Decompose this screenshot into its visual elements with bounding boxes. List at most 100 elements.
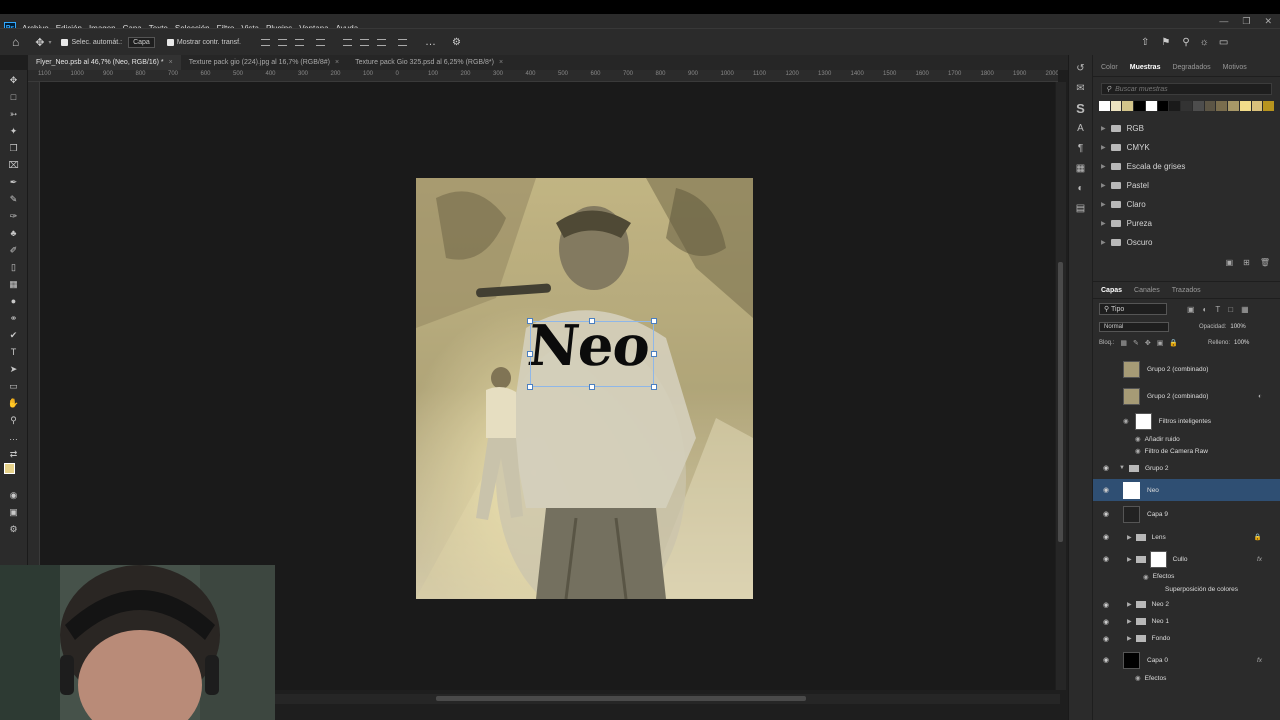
color-swatch[interactable]	[1110, 101, 1122, 111]
3d-mode-icon[interactable]: ⚙	[452, 37, 461, 48]
close-icon[interactable]: ×	[335, 59, 339, 66]
fx-icon[interactable]: fx	[1257, 657, 1262, 664]
color-swatch[interactable]	[1134, 101, 1145, 111]
auto-select-target[interactable]: Capa	[128, 36, 155, 48]
chevron-right-icon[interactable]: ▶	[1101, 239, 1106, 246]
color-swatch[interactable]	[1192, 101, 1204, 111]
color-swatch[interactable]	[1169, 101, 1181, 111]
transform-handle[interactable]	[651, 318, 657, 324]
color-swatch[interactable]	[1204, 101, 1216, 111]
tab-color[interactable]: Color	[1101, 64, 1118, 71]
paragraph-icon[interactable]: ¶	[1074, 141, 1088, 155]
blend-mode-select[interactable]: Normal	[1099, 322, 1169, 332]
color-swatch[interactable]	[1216, 101, 1228, 111]
hand-tool-icon[interactable]: ✋	[7, 396, 21, 410]
visibility-icon[interactable]: ◉	[1135, 674, 1141, 682]
folder-dark[interactable]: ▶ Oscuro	[1093, 233, 1280, 252]
healing-brush-tool-icon[interactable]: ✎	[7, 192, 21, 206]
auto-select-checkbox[interactable]: Selec. automát.:	[61, 38, 122, 46]
transform-handle[interactable]	[527, 351, 533, 357]
brush-tool-icon[interactable]: ✑	[7, 209, 21, 223]
tab-channels[interactable]: Canales	[1134, 287, 1160, 294]
layer-cullo[interactable]: ◉ ▶ Cullo fx	[1093, 547, 1280, 571]
close-icon[interactable]: ×	[499, 59, 503, 66]
chevron-right-icon[interactable]: ▶	[1127, 534, 1132, 541]
layer-group-lens[interactable]: ◉ ▶ Lens 🔒	[1093, 527, 1280, 547]
crop-tool-icon[interactable]: ❒	[7, 141, 21, 155]
tab-patterns[interactable]: Motivos	[1223, 64, 1247, 71]
zoom-tool-icon[interactable]: ⚲	[7, 413, 21, 427]
layer-group-neo-2[interactable]: ◉ ▶ Neo 2	[1093, 596, 1280, 613]
layer-filter-icons[interactable]: ▣◐T□▦	[1187, 305, 1257, 314]
history-brush-tool-icon[interactable]: ✐	[7, 243, 21, 257]
visibility-icon[interactable]: ◉	[1099, 510, 1113, 518]
transform-handle[interactable]	[589, 318, 595, 324]
quick-select-tool-icon[interactable]: ✦	[7, 124, 21, 138]
chevron-right-icon[interactable]: ▶	[1127, 601, 1132, 608]
color-swatch[interactable]	[1099, 101, 1110, 111]
transform-handle[interactable]	[651, 384, 657, 390]
chevron-right-icon[interactable]: ▶	[1101, 125, 1106, 132]
chevron-right-icon[interactable]: ▶	[1101, 201, 1106, 208]
pen-tool-icon[interactable]: ✔	[7, 328, 21, 342]
chevron-right-icon[interactable]: ▶	[1127, 635, 1132, 642]
new-group-icon[interactable]: ▣	[1226, 258, 1234, 267]
transform-handle[interactable]	[527, 318, 533, 324]
layer-group-neo-1[interactable]: ◉ ▶ Neo 1	[1093, 613, 1280, 630]
marquee-tool-icon[interactable]: □	[7, 90, 21, 104]
opacity-value[interactable]: 100%	[1230, 324, 1245, 330]
screen-mode-icon[interactable]: ▣	[7, 505, 21, 519]
layer-group-fondo[interactable]: ◉ ▶ Fondo	[1093, 630, 1280, 647]
folder-grayscale[interactable]: ▶ Escala de grises	[1093, 157, 1280, 176]
vertical-scrollbar[interactable]	[1056, 82, 1066, 690]
shape-tool-icon[interactable]: ▭	[7, 379, 21, 393]
effects-row[interactable]: ◉ Efectos	[1093, 673, 1280, 683]
color-swatch[interactable]	[1251, 101, 1263, 111]
align-bottom-icon[interactable]	[377, 38, 386, 46]
search-icon[interactable]: ⚲	[1182, 37, 1189, 48]
lock-icons[interactable]: ▦✎✥▣🔒	[1120, 339, 1184, 347]
character-icon[interactable]: A	[1074, 121, 1088, 135]
folder-pastel[interactable]: ▶ Pastel	[1093, 176, 1280, 195]
visibility-icon[interactable]: ◉	[1135, 447, 1141, 455]
swatch-search-input[interactable]: ⚲ Buscar muestras	[1101, 83, 1272, 95]
adjustments-icon[interactable]: ◐	[1074, 181, 1088, 195]
effect-color-overlay[interactable]: Superposición de colores	[1093, 582, 1280, 596]
visibility-icon[interactable]: ◉	[1099, 618, 1113, 626]
folder-light[interactable]: ▶ Claro	[1093, 195, 1280, 214]
chevron-right-icon[interactable]: ▶	[1101, 144, 1106, 151]
tab-swatches[interactable]: Muestras	[1130, 64, 1161, 71]
flyer-artwork[interactable]: Neo	[416, 178, 753, 599]
color-swatches[interactable]	[0, 463, 27, 485]
tab-flyer-neo[interactable]: Flyer_Neo.psb al 46,7% (Neo, RGB/16) * ×	[28, 55, 181, 70]
tab-gradients[interactable]: Degradados	[1172, 64, 1210, 71]
color-swatch[interactable]	[1181, 101, 1192, 111]
chevron-right-icon[interactable]: ▶	[1101, 182, 1106, 189]
align-center-icon[interactable]	[278, 38, 287, 46]
distribute-icon[interactable]	[316, 38, 325, 46]
swap-colors-icon[interactable]: ⇄	[7, 447, 21, 461]
filter-camera-raw[interactable]: ◉ Filtro de Camera Raw	[1093, 445, 1280, 457]
discover-icon[interactable]: ☼	[1200, 37, 1209, 48]
move-tool-icon[interactable]: ✥	[35, 36, 44, 49]
visibility-icon[interactable]: ◉	[1099, 533, 1113, 541]
home-icon[interactable]: ⌂	[12, 35, 19, 49]
lasso-tool-icon[interactable]: ➳	[7, 107, 21, 121]
stamp-tool-icon[interactable]: ♣	[7, 226, 21, 240]
visibility-icon[interactable]: ◉	[1135, 435, 1141, 443]
visibility-icon[interactable]: ◉	[1099, 555, 1113, 563]
visibility-icon[interactable]: ◉	[1099, 486, 1113, 494]
transform-handle[interactable]	[651, 351, 657, 357]
workspace-icon[interactable]: ▭	[1219, 37, 1228, 48]
layer-filter-select[interactable]: ⚲ Tipo	[1099, 303, 1167, 315]
properties-icon[interactable]: ▤	[1074, 201, 1088, 215]
tab-paths[interactable]: Trazados	[1172, 287, 1201, 294]
align-right-icon[interactable]	[295, 38, 304, 46]
transform-handle[interactable]	[527, 384, 533, 390]
chevron-down-icon[interactable]: ▼	[1119, 465, 1125, 471]
type-tool-icon[interactable]: T	[7, 345, 21, 359]
layer-group-grupo-2[interactable]: ◉ ▼ Grupo 2	[1093, 457, 1280, 479]
folder-purity[interactable]: ▶ Pureza	[1093, 214, 1280, 233]
eyedropper-tool-icon[interactable]: ✒	[7, 175, 21, 189]
quick-mask-icon[interactable]: ◉	[7, 488, 21, 502]
